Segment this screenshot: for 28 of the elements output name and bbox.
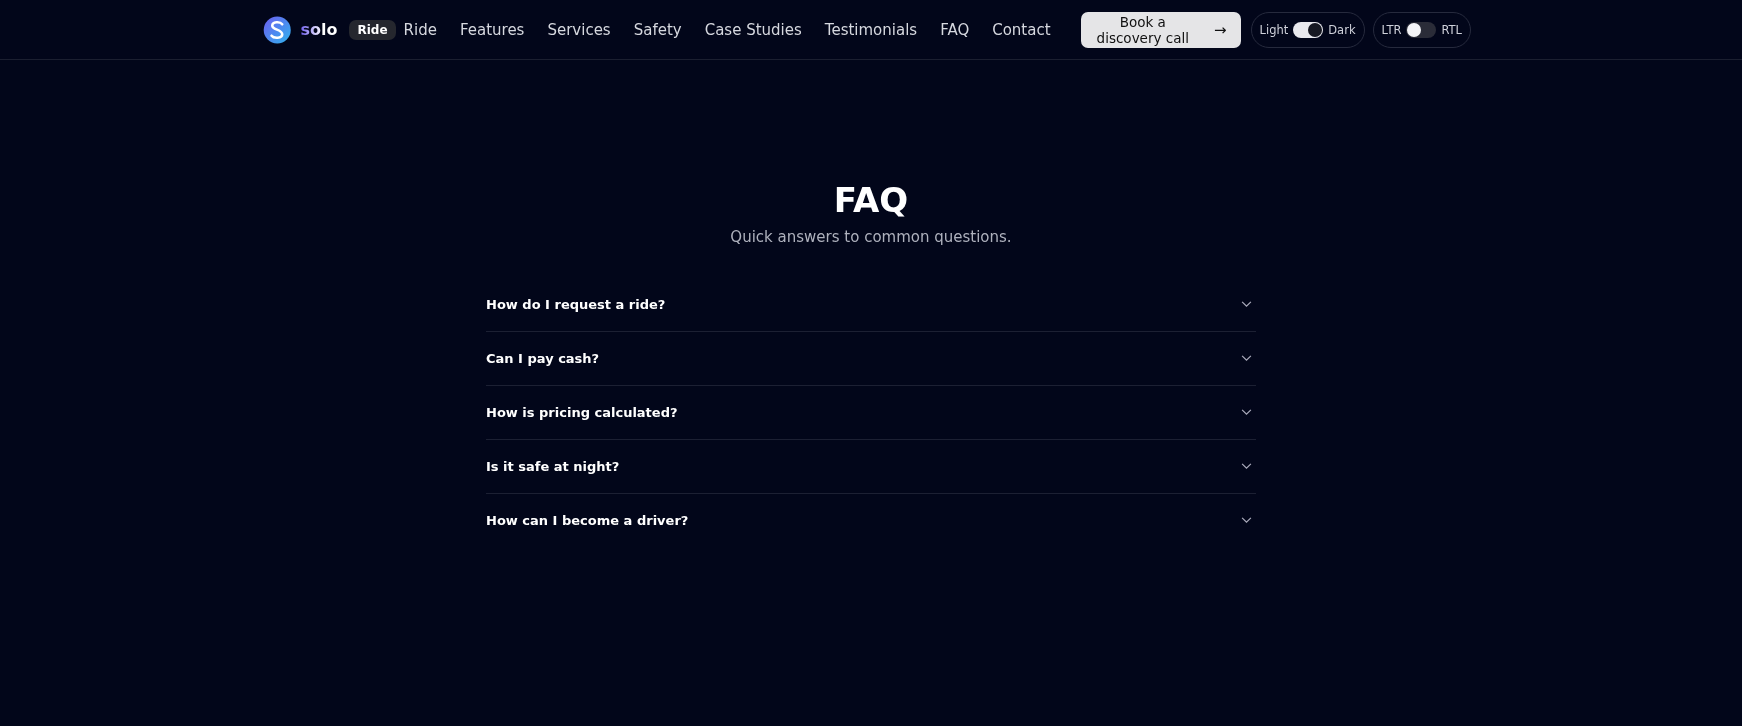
toggle-label: Light xyxy=(1259,22,1289,37)
section-subtitle: Quick answers to common questions. xyxy=(730,228,1012,246)
nav-link[interactable]: Contact xyxy=(992,20,1051,39)
theme-switch[interactable] xyxy=(1293,21,1324,38)
nav-link[interactable]: Ride xyxy=(403,20,437,39)
direction-switch[interactable] xyxy=(1406,21,1437,38)
faq-item[interactable]: Can I pay cash? xyxy=(486,332,1256,386)
book-call-button[interactable]: Book a discovery call → xyxy=(1080,11,1241,48)
chevron-icon xyxy=(1241,463,1252,470)
nav-link[interactable]: Case Studies xyxy=(704,20,802,39)
toggle-label: RTL xyxy=(1441,22,1462,37)
toggle-label: LTR xyxy=(1381,22,1402,37)
nav-link[interactable]: Features xyxy=(459,20,525,39)
chevron-icon xyxy=(1241,355,1252,362)
chevron-icon xyxy=(1241,301,1252,308)
faq-item[interactable]: How do I request a ride? xyxy=(486,278,1256,332)
chevron-icon xyxy=(1241,409,1252,416)
faq-item[interactable]: Is it safe at night? xyxy=(486,440,1256,494)
nav-link[interactable]: FAQ xyxy=(940,20,970,39)
faq-item[interactable]: How is pricing calculated? xyxy=(486,386,1256,440)
chevron-icon xyxy=(1241,517,1252,524)
section-title: FAQ xyxy=(833,180,909,220)
nav-link[interactable]: Services xyxy=(547,20,611,39)
nav-link[interactable]: Testimonials xyxy=(824,20,918,39)
faq-item[interactable]: How can I become a driver? xyxy=(486,494,1256,547)
ride-badge: Ride xyxy=(349,19,396,40)
nav-link[interactable]: Safety xyxy=(633,20,682,39)
toggle-label: Dark xyxy=(1328,22,1356,37)
